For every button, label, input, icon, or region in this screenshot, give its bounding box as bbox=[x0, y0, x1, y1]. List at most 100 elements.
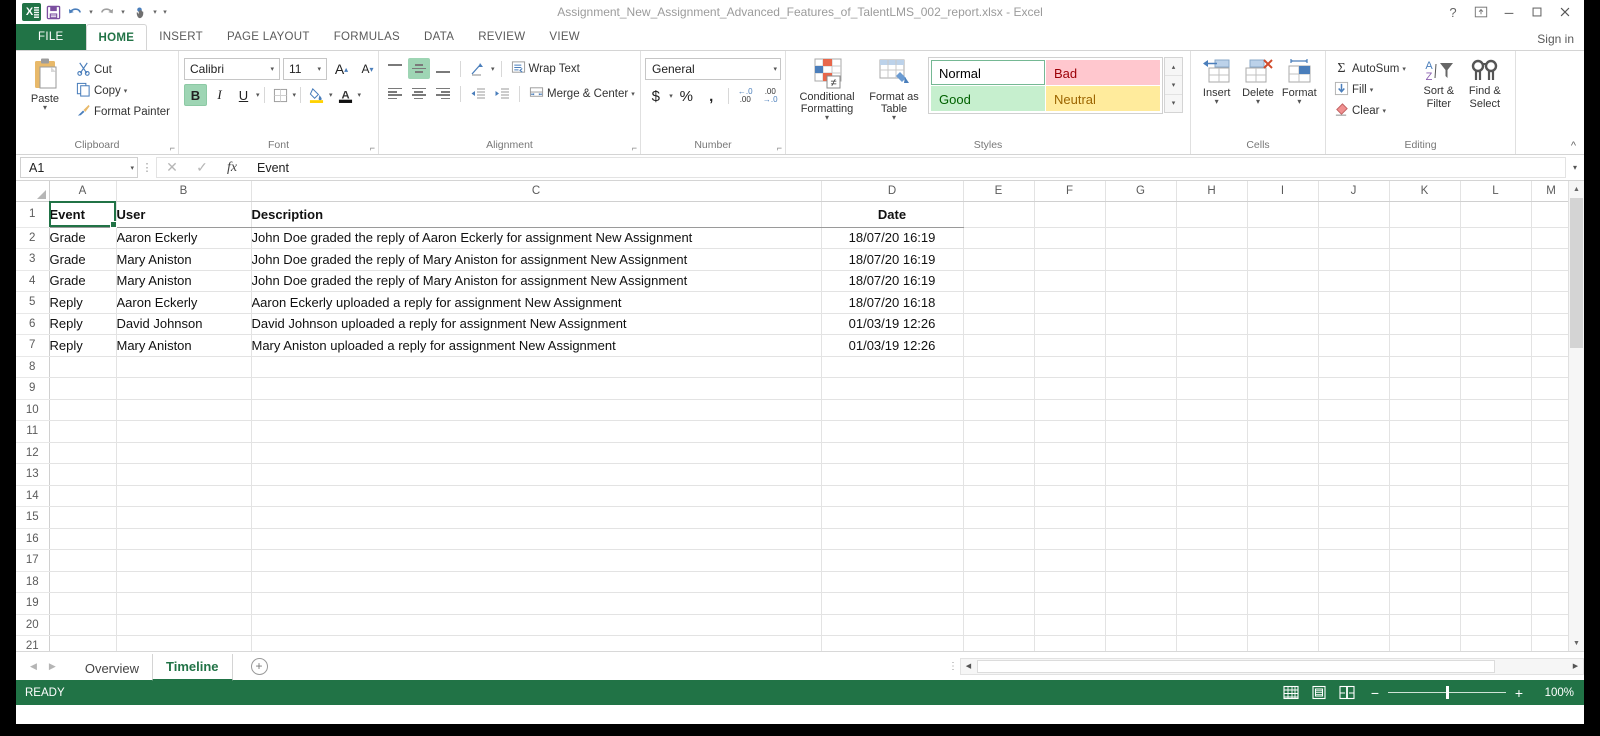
cell-m10[interactable] bbox=[1531, 399, 1572, 421]
cell-e8[interactable] bbox=[963, 356, 1035, 378]
cell-b17[interactable] bbox=[116, 549, 252, 572]
percent-format-icon[interactable]: % bbox=[675, 85, 698, 107]
column-header-g[interactable]: G bbox=[1105, 181, 1177, 202]
cell-f11[interactable] bbox=[1034, 420, 1106, 443]
cell-style-bad[interactable]: Bad bbox=[1046, 60, 1160, 85]
cell-e7[interactable] bbox=[963, 334, 1035, 357]
cell-f8[interactable] bbox=[1034, 356, 1106, 378]
confirm-icon[interactable]: ✓ bbox=[187, 157, 217, 178]
cell-h17[interactable] bbox=[1176, 549, 1248, 572]
cell-a17[interactable] bbox=[49, 549, 117, 572]
cell-f21[interactable] bbox=[1034, 635, 1106, 651]
copy-button[interactable]: Copy ▾ bbox=[73, 80, 173, 101]
cell-m3[interactable] bbox=[1531, 248, 1572, 271]
cell-m14[interactable] bbox=[1531, 485, 1572, 507]
cell-m20[interactable] bbox=[1531, 614, 1572, 636]
cell-e3[interactable] bbox=[963, 248, 1035, 271]
cell-m12[interactable] bbox=[1531, 442, 1572, 464]
cell-g20[interactable] bbox=[1105, 614, 1177, 636]
cell-j8[interactable] bbox=[1318, 356, 1390, 378]
cell-g17[interactable] bbox=[1105, 549, 1177, 572]
cell-m18[interactable] bbox=[1531, 571, 1572, 593]
cell-c13[interactable] bbox=[251, 463, 822, 486]
format-dropdown-icon[interactable]: ▾ bbox=[1297, 98, 1301, 106]
cell-k9[interactable] bbox=[1389, 377, 1461, 400]
cell-j18[interactable] bbox=[1318, 571, 1390, 593]
decrease-indent-icon[interactable] bbox=[467, 83, 489, 104]
alignment-dialog-launcher-icon[interactable]: ⌐ bbox=[632, 143, 637, 153]
cell-e10[interactable] bbox=[963, 399, 1035, 421]
scroll-left-icon[interactable]: ◀ bbox=[961, 662, 976, 670]
font-color-dropdown-icon[interactable]: ▾ bbox=[358, 91, 362, 99]
font-color-icon[interactable]: A bbox=[334, 84, 357, 106]
cell-a21[interactable] bbox=[49, 635, 117, 651]
cell-h9[interactable] bbox=[1176, 377, 1248, 400]
touch-mode-dropdown-icon[interactable]: ▾ bbox=[151, 8, 159, 16]
cell-c5[interactable]: Aaron Eckerly uploaded a reply for assig… bbox=[251, 291, 822, 314]
zoom-slider-thumb[interactable] bbox=[1446, 686, 1449, 699]
cell-k17[interactable] bbox=[1389, 549, 1461, 572]
row-header-7[interactable]: 7 bbox=[16, 334, 50, 357]
gallery-more-icon[interactable]: ▾ bbox=[1165, 95, 1182, 112]
cell-l7[interactable] bbox=[1460, 334, 1532, 357]
autosum-button[interactable]: Σ AutoSum ▾ bbox=[1331, 58, 1409, 79]
accounting-dropdown-icon[interactable]: ▾ bbox=[669, 92, 673, 100]
delete-cells-button[interactable]: Delete ▾ bbox=[1237, 56, 1278, 106]
font-dialog-launcher-icon[interactable]: ⌐ bbox=[370, 143, 375, 153]
collapse-ribbon-icon[interactable]: ^ bbox=[1571, 140, 1576, 152]
cell-c11[interactable] bbox=[251, 420, 822, 443]
cell-i2[interactable] bbox=[1247, 227, 1319, 249]
cell-h8[interactable] bbox=[1176, 356, 1248, 378]
cell-j19[interactable] bbox=[1318, 592, 1390, 615]
cell-c19[interactable] bbox=[251, 592, 822, 615]
font-size-dropdown-icon[interactable]: ▾ bbox=[314, 65, 324, 73]
cell-i6[interactable] bbox=[1247, 313, 1319, 335]
format-painter-button[interactable]: Format Painter bbox=[73, 101, 173, 122]
cell-d3[interactable]: 18/07/20 16:19 bbox=[821, 248, 964, 271]
cell-g11[interactable] bbox=[1105, 420, 1177, 443]
cell-c9[interactable] bbox=[251, 377, 822, 400]
redo-icon[interactable] bbox=[97, 2, 117, 22]
cell-l10[interactable] bbox=[1460, 399, 1532, 421]
cell-i20[interactable] bbox=[1247, 614, 1319, 636]
undo-icon[interactable] bbox=[65, 2, 85, 22]
column-header-l[interactable]: L bbox=[1460, 181, 1532, 202]
cell-d12[interactable] bbox=[821, 442, 964, 464]
italic-button[interactable]: I bbox=[208, 84, 231, 106]
cell-d14[interactable] bbox=[821, 485, 964, 507]
copy-dropdown-icon[interactable]: ▾ bbox=[124, 87, 128, 95]
tab-view[interactable]: VIEW bbox=[537, 24, 592, 50]
cell-k13[interactable] bbox=[1389, 463, 1461, 486]
cell-a14[interactable] bbox=[49, 485, 117, 507]
cell-c4[interactable]: John Doe graded the reply of Mary Anisto… bbox=[251, 270, 822, 292]
cell-k15[interactable] bbox=[1389, 506, 1461, 529]
scroll-up-icon[interactable]: ▲ bbox=[1569, 181, 1584, 197]
cell-m4[interactable] bbox=[1531, 270, 1572, 292]
cell-l5[interactable] bbox=[1460, 291, 1532, 314]
cell-d6[interactable]: 01/03/19 12:26 bbox=[821, 313, 964, 335]
row-header-8[interactable]: 8 bbox=[16, 356, 50, 378]
cell-k6[interactable] bbox=[1389, 313, 1461, 335]
cell-b16[interactable] bbox=[116, 528, 252, 550]
column-header-b[interactable]: B bbox=[116, 181, 252, 202]
cell-b1[interactable]: User bbox=[116, 201, 252, 228]
cancel-icon[interactable]: ✕ bbox=[157, 157, 187, 178]
cell-f13[interactable] bbox=[1034, 463, 1106, 486]
column-header-j[interactable]: J bbox=[1318, 181, 1390, 202]
cell-e13[interactable] bbox=[963, 463, 1035, 486]
sheet-tab-timeline[interactable]: Timeline bbox=[152, 653, 233, 681]
column-header-m[interactable]: M bbox=[1531, 181, 1572, 202]
cell-j21[interactable] bbox=[1318, 635, 1390, 651]
cell-a1[interactable]: Event bbox=[49, 201, 117, 228]
cell-i4[interactable] bbox=[1247, 270, 1319, 292]
cell-g9[interactable] bbox=[1105, 377, 1177, 400]
tab-data[interactable]: DATA bbox=[412, 24, 466, 50]
cell-k7[interactable] bbox=[1389, 334, 1461, 357]
cell-h20[interactable] bbox=[1176, 614, 1248, 636]
cell-m6[interactable] bbox=[1531, 313, 1572, 335]
cell-d21[interactable] bbox=[821, 635, 964, 651]
sheet-tab-overview[interactable]: Overview bbox=[72, 657, 152, 681]
cell-j9[interactable] bbox=[1318, 377, 1390, 400]
cell-h6[interactable] bbox=[1176, 313, 1248, 335]
cell-i11[interactable] bbox=[1247, 420, 1319, 443]
